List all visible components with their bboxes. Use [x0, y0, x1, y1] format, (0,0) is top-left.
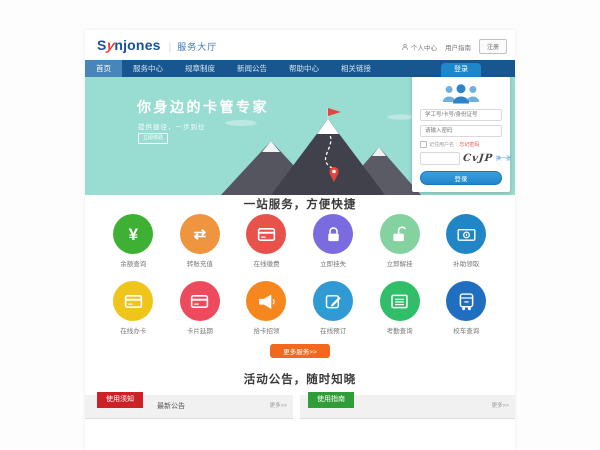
- nav-item-服务中心[interactable]: 服务中心: [122, 60, 174, 77]
- user-guide-label: 用户指南: [445, 42, 471, 52]
- service-item-卡片延期[interactable]: 卡片延期: [167, 281, 234, 335]
- captcha-row: CvJP 换一张: [420, 152, 502, 165]
- yuan-icon: ¥: [113, 214, 153, 254]
- service-label: 在线预订: [320, 325, 346, 335]
- services-grid: ¥ 余额查询 ⇄ 转账充值 在线缴费 立即挂失 立即解挂 补助领取在线办卡 卡片延期 拾卡招领 在线…: [100, 214, 500, 348]
- service-item-在线办卡[interactable]: 在线办卡: [100, 281, 167, 335]
- logo-text-rest: njones: [114, 37, 160, 53]
- synjones-logo[interactable]: S y njones | 服务大厅: [97, 37, 217, 53]
- login-options: 记住用户名 | 忘记密码: [420, 141, 502, 148]
- header-links: 个人中心 用户指南 注册: [401, 39, 507, 54]
- user-guide-tab[interactable]: 使用指南: [308, 392, 354, 408]
- personal-center-label: 个人中心: [411, 42, 437, 52]
- mountain-illustration: [213, 107, 423, 195]
- captcha-image[interactable]: CvJP: [462, 153, 493, 164]
- service-label: 立即解挂: [387, 258, 413, 268]
- remember-label: 记住用户名: [429, 141, 454, 148]
- banner-subtitle: 提供捷径，一步到位: [138, 121, 206, 131]
- nav-item-新闻公告[interactable]: 新闻公告: [226, 60, 278, 77]
- service-label: 在线办卡: [120, 325, 146, 335]
- announcements-left-panel: 使用须知 最新公告 更多>>: [85, 395, 293, 419]
- login-tab[interactable]: 登录: [441, 63, 481, 77]
- service-label: 校车查询: [453, 325, 479, 335]
- service-label: 转账充值: [187, 258, 213, 268]
- announcements-section-title: 活动公告，随时知晓: [85, 371, 515, 387]
- screenshot-canvas: S y njones | 服务大厅 个人中心 用户指南 注册: [0, 0, 600, 450]
- register-button[interactable]: 注册: [479, 39, 507, 54]
- captcha-refresh-link[interactable]: 换一张: [496, 155, 511, 162]
- service-item-校车查询[interactable]: 校车查询: [433, 281, 500, 335]
- banner-cta-button[interactable]: 立即体验: [138, 133, 168, 144]
- latest-announcements-tab[interactable]: 最新公告: [157, 395, 185, 418]
- list-icon: [380, 281, 420, 321]
- remember-checkbox[interactable]: [420, 141, 427, 148]
- nav-item-首页[interactable]: 首页: [85, 60, 122, 77]
- users-icon: [440, 83, 482, 105]
- service-item-考勤查询[interactable]: 考勤查询: [366, 281, 433, 335]
- service-item-在线预订[interactable]: 在线预订: [300, 281, 367, 335]
- card-icon: [180, 281, 220, 321]
- service-item-余额查询[interactable]: ¥ 余额查询: [100, 214, 167, 268]
- unlock-icon: [380, 214, 420, 254]
- site-header: S y njones | 服务大厅 个人中心 用户指南 注册: [85, 30, 515, 60]
- left-more-link[interactable]: 更多>>: [270, 395, 287, 418]
- nav-item-规章制度[interactable]: 规章制度: [174, 60, 226, 77]
- more-services-button[interactable]: 更多服务>>: [270, 344, 330, 358]
- person-icon: [401, 43, 409, 51]
- service-label: 立即挂失: [320, 258, 346, 268]
- nav-item-相关链接[interactable]: 相关链接: [330, 60, 382, 77]
- card-icon: [113, 281, 153, 321]
- service-label: 补助领取: [453, 258, 479, 268]
- service-item-转账充值[interactable]: ⇄ 转账充值: [167, 214, 234, 268]
- bus-icon: [446, 281, 486, 321]
- service-label: 拾卡招领: [253, 325, 279, 335]
- logo-y-mark: y: [105, 37, 115, 53]
- nav-item-帮助中心[interactable]: 帮助中心: [278, 60, 330, 77]
- site-name: 服务大厅: [177, 40, 217, 53]
- login-form: 记住用户名 | 忘记密码 CvJP 换一张 登录: [412, 77, 510, 192]
- card-icon: [246, 214, 286, 254]
- logo-divider: |: [169, 42, 172, 53]
- banknote-icon: [446, 214, 486, 254]
- service-item-在线缴费[interactable]: 在线缴费: [233, 214, 300, 268]
- login-panel: 登录 记住用户名 | 忘记密码: [412, 63, 510, 192]
- announcements-right-panel: 使用指南 更多>>: [300, 395, 515, 419]
- personal-center-link[interactable]: 个人中心: [401, 42, 437, 52]
- password-input[interactable]: [420, 125, 502, 137]
- captcha-input[interactable]: [420, 152, 460, 165]
- edit-icon: [313, 281, 353, 321]
- service-label: 在线缴费: [253, 258, 279, 268]
- usage-notice-tab[interactable]: 使用须知: [97, 392, 143, 408]
- portal-page: S y njones | 服务大厅 个人中心 用户指南 注册: [85, 30, 515, 450]
- service-item-补助领取[interactable]: 补助领取: [433, 214, 500, 268]
- options-separator: |: [456, 142, 457, 148]
- username-input[interactable]: [420, 109, 502, 121]
- service-label: 余额查询: [120, 258, 146, 268]
- megaphone-icon: [246, 281, 286, 321]
- lock-icon: [313, 214, 353, 254]
- forgot-password-link[interactable]: 忘记密码: [459, 141, 479, 148]
- service-item-立即挂失[interactable]: 立即挂失: [300, 214, 367, 268]
- user-guide-link[interactable]: 用户指南: [445, 42, 471, 52]
- service-label: 卡片延期: [187, 325, 213, 335]
- services-section-title: 一站服务，方便快捷: [85, 196, 515, 212]
- login-submit-button[interactable]: 登录: [420, 171, 502, 185]
- transfer-icon: ⇄: [180, 214, 220, 254]
- right-more-link[interactable]: 更多>>: [492, 395, 509, 418]
- service-item-立即解挂[interactable]: 立即解挂: [366, 214, 433, 268]
- service-label: 考勤查询: [387, 325, 413, 335]
- service-item-拾卡招领[interactable]: 拾卡招领: [233, 281, 300, 335]
